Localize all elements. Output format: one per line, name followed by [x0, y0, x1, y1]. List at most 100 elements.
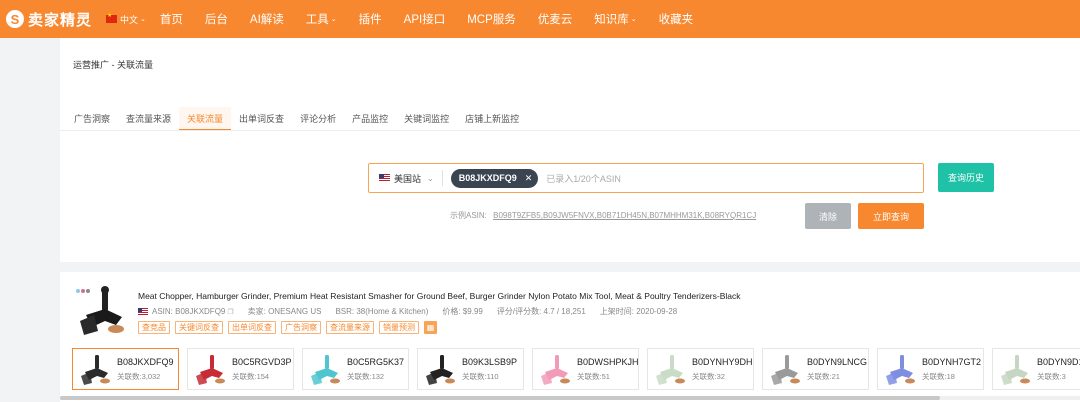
related-count: 关联数:154 [232, 371, 270, 381]
tab-5[interactable]: 产品监控 [344, 107, 396, 131]
related-asin-card[interactable]: B0DYN9LNCG 关联数:21 [762, 348, 869, 390]
product-tag-5[interactable]: 销量预测 [379, 321, 419, 334]
related-card-info: B0DYNHY9DH 关联数:32 [692, 357, 753, 382]
product-tag-2[interactable]: 出单词反查 [228, 321, 276, 334]
logo-icon: S [6, 10, 24, 28]
top-nav: S 卖家精灵 中文 ⌄ 首页后台AI解读工具⌄插件API接口MCP服务优麦云知识… [0, 0, 1080, 38]
nav-item-label: 优麦云 [537, 14, 573, 26]
related-count: 关联数:51 [577, 371, 610, 381]
nav-item-label: 工具 [305, 14, 329, 26]
scrollbar-thumb[interactable] [60, 396, 940, 400]
nav-item-3[interactable]: 工具 ⌄ [306, 11, 337, 27]
related-asin: B09K3LSB9P [462, 356, 518, 367]
product-price: 价格: $9.99 [442, 307, 483, 316]
product-panel: Meat Chopper, Hamburger Grinder, Premium… [60, 272, 1080, 402]
related-count: 关联数:110 [462, 371, 499, 381]
nav-item-9[interactable]: 收藏夹 [659, 11, 694, 27]
language-label: 中文 [120, 14, 139, 25]
chevron-down-icon: ⌄ [630, 16, 637, 23]
china-flag-icon [106, 12, 118, 23]
related-product-image [767, 352, 801, 386]
tab-divider [60, 130, 1080, 131]
nav-item-8[interactable]: 知识库 ⌄ [594, 11, 636, 27]
asin-search-box[interactable]: 美国站 ⌄ B08JKXDFQ9 ✕ 已录入1/20个ASIN [368, 163, 924, 193]
related-asin-card[interactable]: B08JKXDFQ9 关联数:3,032 [72, 348, 179, 390]
related-asin: B0DYN9D1SW [1037, 356, 1080, 367]
copy-icon[interactable]: ❐ [227, 308, 233, 316]
tab-4[interactable]: 评论分析 [292, 107, 344, 131]
nav-item-4[interactable]: 插件 [359, 11, 382, 27]
product-tag-0[interactable]: 查竞品 [138, 321, 170, 334]
related-product-image [307, 352, 341, 386]
language-switcher[interactable]: 中文 ⌄ [106, 12, 146, 26]
tab-7[interactable]: 店铺上新监控 [457, 107, 527, 131]
product-action-tags: 查竞品 关键词反查 出单词反查 广告洞察 查流量来源 销量预测 ▦ [138, 321, 437, 334]
query-history-button[interactable]: 查询历史 [938, 163, 994, 192]
us-flag-icon [379, 174, 390, 182]
product-rating: 评分/评分数: 4.7 / 18,251 [496, 307, 586, 316]
asin-tag-label: B08JKXDFQ9 [458, 173, 517, 183]
product-listed-date: 上架时间: 2020-09-28 [599, 307, 678, 316]
tab-bar: 广告洞察 查流量来源 关联流量 出单词反查 评论分析 产品监控 关键词监控 店铺上新监控 [66, 107, 527, 131]
related-asin-card[interactable]: B0DYNHY9DH 关联数:32 [647, 348, 754, 390]
chevron-down-icon: ⌄ [427, 173, 434, 183]
query-button[interactable]: 立即查询 [858, 203, 924, 229]
nav-item-1[interactable]: 后台 [205, 11, 228, 27]
related-count: 关联数:18 [922, 371, 955, 381]
related-product-image [192, 352, 226, 386]
nav-item-6[interactable]: MCP服务 [467, 11, 516, 27]
product-seller: 卖家: ONESANG US [247, 307, 322, 316]
related-asin: B0DYNHY9DH [692, 356, 753, 367]
nav-item-7[interactable]: 优麦云 [538, 11, 573, 27]
product-asin: ASIN: B08JKXDFQ9 [152, 307, 226, 316]
tab-3[interactable]: 出单词反查 [231, 107, 292, 131]
site-select[interactable]: 美国站 ⌄ [369, 170, 443, 186]
product-tag-4[interactable]: 查流量来源 [326, 321, 374, 334]
related-asin: B0DYN9LNCG [807, 356, 868, 367]
nav-item-label: 首页 [159, 14, 183, 26]
related-asin-list: B08JKXDFQ9 关联数:3,032 B0C5RGVD3P 关联数:154 B0C5… [72, 348, 1080, 390]
product-tag-1[interactable]: 关键词反查 [175, 321, 223, 334]
calculator-icon[interactable]: ▦ [424, 321, 437, 334]
related-product-image [652, 352, 686, 386]
related-asin-card[interactable]: B0C5RGVD3P 关联数:154 [187, 348, 294, 390]
related-asin: B0DWSHPKJH [577, 356, 638, 367]
query-panel: 运营推广 - 关联流量 广告洞察 查流量来源 关联流量 出单词反查 评论分析 产品监控 关键… [60, 38, 1080, 262]
related-asin: B0C5RGVD3P [232, 356, 292, 367]
breadcrumb: 运营推广 - 关联流量 [73, 60, 153, 70]
example-asin-links[interactable]: B098T9ZFB5,B09JW5FNVX,B0B71DH45N,B07MHHM… [493, 211, 756, 220]
product-meta: ASIN: B08JKXDFQ9 ❐ 卖家: ONESANG US BSR: 3… [138, 306, 691, 317]
logo-text: 卖家精灵 [28, 11, 93, 29]
related-card-info: B0DWSHPKJH 关联数:51 [577, 357, 638, 382]
related-card-info: B0C5RGVD3P 关联数:154 [232, 357, 292, 382]
related-asin-card[interactable]: B0DWSHPKJH 关联数:51 [532, 348, 639, 390]
tab-6[interactable]: 关键词监控 [396, 107, 457, 131]
related-asin-card[interactable]: B0DYN9D1SW 关联数:3 [992, 348, 1080, 390]
product-tag-3[interactable]: 广告洞察 [281, 321, 321, 334]
example-asins: 示例ASIN: B098T9ZFB5,B09JW5FNVX,B0B71DH45N… [450, 210, 756, 221]
close-icon[interactable]: ✕ [525, 173, 533, 184]
nav-item-5[interactable]: API接口 [404, 11, 446, 27]
nav-item-0[interactable]: 首页 [160, 11, 183, 27]
product-title[interactable]: Meat Chopper, Hamburger Grinder, Premium… [138, 291, 741, 301]
related-asin-card[interactable]: B0DYNH7GT2 关联数:18 [877, 348, 984, 390]
related-card-info: B0DYNH7GT2 关联数:18 [922, 357, 981, 382]
product-bsr: BSR: 38(Home & Kitchen) [335, 307, 429, 316]
related-asin: B0C5RG5K37 [347, 356, 405, 367]
nav-item-label: AI解读 [249, 14, 284, 26]
logo[interactable]: S 卖家精灵 [6, 9, 92, 30]
related-card-info: B0DYN9LNCG 关联数:21 [807, 357, 867, 382]
asin-input-placeholder[interactable]: 已录入1/20个ASIN [546, 172, 621, 185]
asin-tag: B08JKXDFQ9 ✕ [450, 168, 539, 188]
clear-button[interactable]: 清除 [805, 203, 851, 229]
related-asin-card[interactable]: B0C5RG5K37 关联数:132 [302, 348, 409, 390]
nav-item-2[interactable]: AI解读 [250, 11, 284, 27]
related-asin-card[interactable]: B09K3LSB9P 关联数:110 [417, 348, 524, 390]
site-label: 美国站 [394, 173, 422, 184]
tab-2[interactable]: 关联流量 [179, 107, 232, 131]
tab-1[interactable]: 查流量来源 [118, 107, 179, 131]
nav-item-label: API接口 [403, 14, 446, 26]
related-product-image [882, 352, 916, 386]
tab-0[interactable]: 广告洞察 [66, 107, 118, 131]
nav-item-label: MCP服务 [467, 14, 516, 26]
